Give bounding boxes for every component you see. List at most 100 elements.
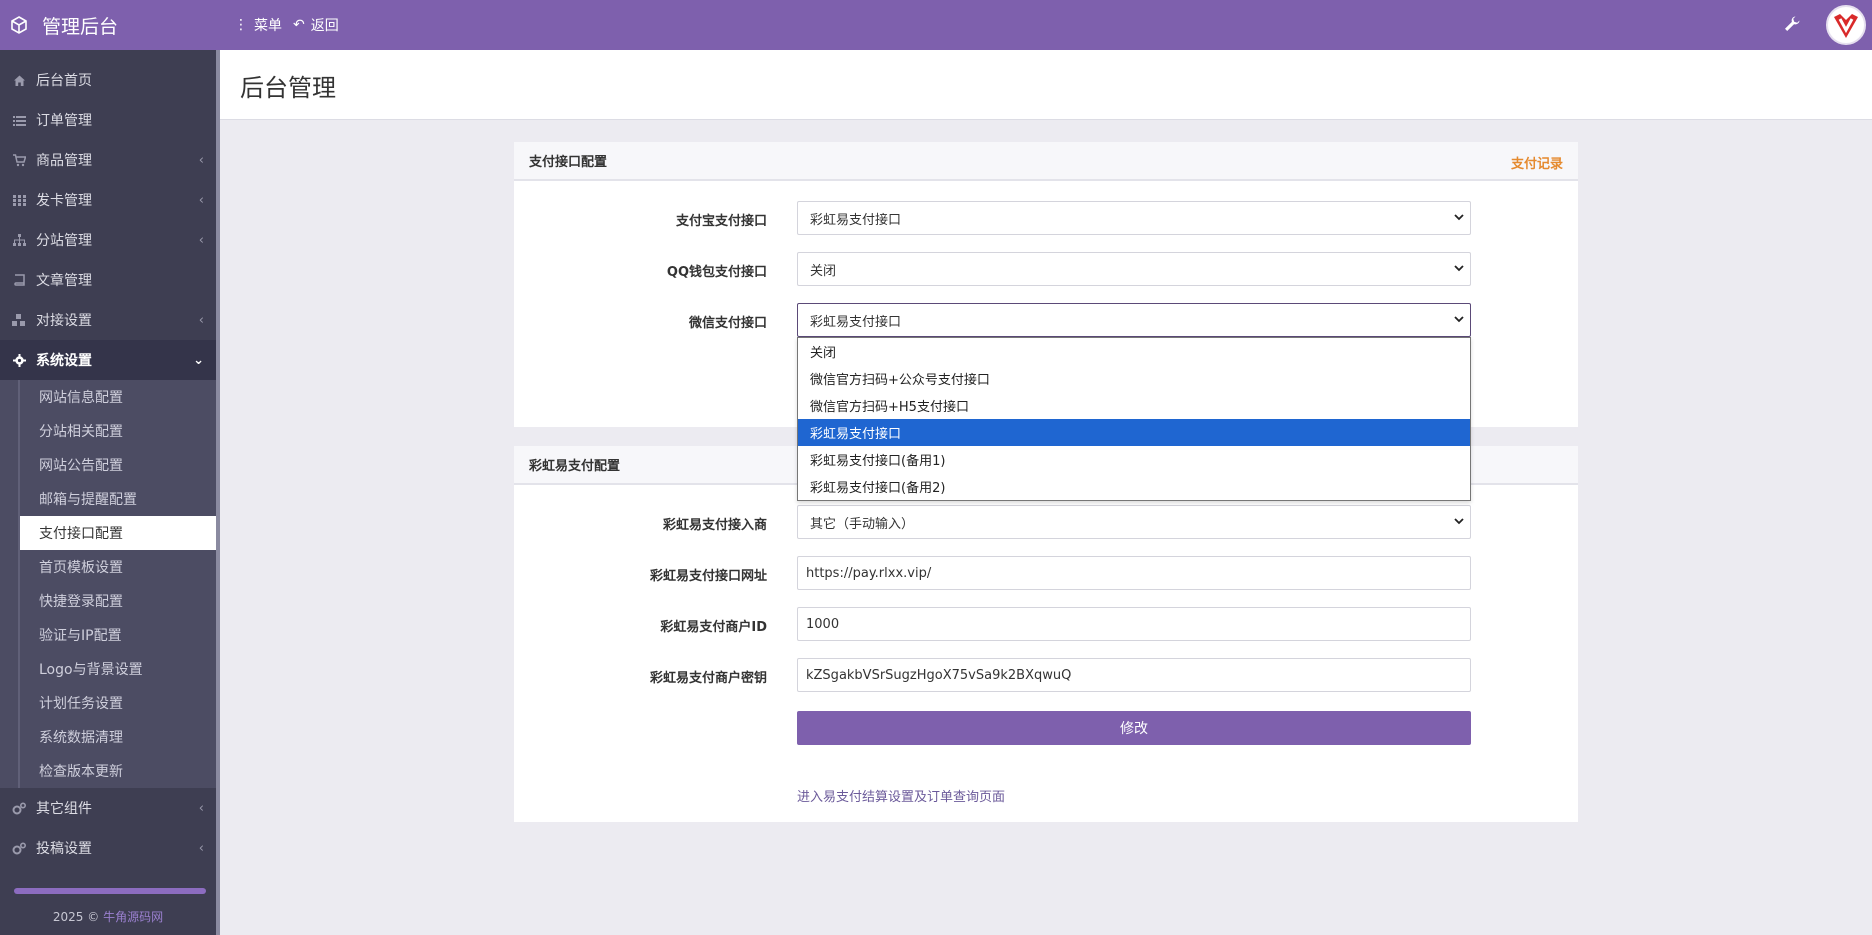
sidebar-item-label: 文章管理 (36, 273, 92, 289)
submenu-item-verify-ip[interactable]: 验证与IP配置 (20, 618, 216, 652)
dropdown-option[interactable]: 微信官方扫码+公众号支付接口 (798, 365, 1470, 392)
avatar[interactable] (1826, 5, 1866, 45)
chevron-down-icon (1453, 211, 1465, 223)
brand-title: 管理后台 (42, 15, 119, 38)
submenu-item-template[interactable]: 首页模板设置 (20, 550, 216, 584)
submenu-item-announcement[interactable]: 网站公告配置 (20, 448, 216, 482)
wechat-label: 微信支付接口 (688, 316, 767, 331)
payment-records-link[interactable]: 支付记录 (1511, 153, 1563, 172)
chevron-left-icon: ‹ (198, 840, 204, 856)
epay-config-panel: 彩虹易支付配置 彩虹易支付接入商 其它（手动输入） 彩虹易支付接口网址 http… (514, 446, 1578, 822)
submenu-item-update[interactable]: 检查版本更新 (20, 754, 216, 788)
sidebar-item-label: 对接设置 (36, 313, 92, 329)
submenu-item-logo-bg[interactable]: Logo与背景设置 (20, 652, 216, 686)
submenu-item-substation[interactable]: 分站相关配置 (20, 414, 216, 448)
submenu-item-label: 系统数据清理 (39, 730, 123, 746)
wechat-row: 微信支付接口 彩虹易支付接口 (514, 303, 1578, 339)
submenu-item-quick-login[interactable]: 快捷登录配置 (20, 584, 216, 618)
panel-title: 支付接口配置 (529, 155, 608, 170)
sidebar-item-label: 发卡管理 (36, 193, 92, 209)
menu-label: 菜单 (254, 18, 282, 34)
sidebar-item-other-components[interactable]: 其它组件 ‹ (0, 788, 216, 828)
sidebar-item-system-settings[interactable]: 系统设置 ⌄ (0, 340, 216, 380)
sidebar-footer: 2025 © 牛角源码网 (0, 908, 216, 925)
panel-heading: 支付接口配置 支付记录 (514, 142, 1578, 181)
submenu-item-label: 网站信息配置 (39, 390, 123, 406)
alipay-label: 支付宝支付接口 (675, 214, 767, 229)
submit-button[interactable]: 修改 (797, 711, 1471, 745)
epay-merchant-key-input[interactable]: kZSgakbVSrSugzHgoX75vSa9k2BXqwuQ (797, 658, 1471, 692)
reply-icon: ↶ (293, 17, 305, 33)
sidebar-item-cards[interactable]: 发卡管理 ‹ (0, 180, 216, 220)
sidebar: 后台首页 订单管理 商品管理 ‹ 发卡管理 ‹ 分站管理 ‹ 文章管理 对接设置… (0, 50, 220, 935)
dropdown-option-selected[interactable]: 彩虹易支付接口 (798, 419, 1470, 446)
chevron-down-icon: ⌄ (193, 352, 204, 368)
sidebar-item-label: 其它组件 (36, 801, 92, 817)
sidebar-item-submission[interactable]: 投稿设置 ‹ (0, 828, 216, 868)
epay-provider-label: 彩虹易支付接入商 (662, 518, 767, 533)
submenu-item-data-clean[interactable]: 系统数据清理 (20, 720, 216, 754)
submenu-item-label: 邮箱与提醒配置 (39, 492, 137, 508)
dropdown-option[interactable]: 微信官方扫码+H5支付接口 (798, 392, 1470, 419)
list-icon (12, 113, 26, 127)
chevron-down-icon (1453, 262, 1465, 274)
sidebar-item-home[interactable]: 后台首页 (0, 60, 216, 100)
submenu-item-label: 网站公告配置 (39, 458, 123, 474)
wechat-select[interactable]: 彩虹易支付接口 (797, 303, 1471, 337)
submenu-item-label: 检查版本更新 (39, 764, 123, 780)
epay-url-label: 彩虹易支付接口网址 (649, 569, 767, 584)
submenu-item-email[interactable]: 邮箱与提醒配置 (20, 482, 216, 516)
qq-wallet-row: QQ钱包支付接口 关闭 (514, 252, 1578, 288)
input-value: 1000 (806, 616, 840, 632)
dropdown-option[interactable]: 彩虹易支付接口(备用1) (798, 446, 1470, 473)
sidebar-item-orders[interactable]: 订单管理 (0, 100, 216, 140)
cubes-icon (12, 313, 26, 327)
sidebar-item-label: 商品管理 (36, 153, 92, 169)
cart-icon (12, 153, 26, 167)
brand[interactable]: 管理后台 (0, 0, 220, 50)
epay-merchant-key-label: 彩虹易支付商户密钥 (649, 671, 767, 686)
page-title: 后台管理 (240, 74, 336, 102)
chevron-down-icon (1453, 515, 1465, 527)
epay-merchant-key-row: 彩虹易支付商户密钥 kZSgakbVSrSugzHgoX75vSa9k2BXqw… (514, 658, 1578, 694)
select-value: 关闭 (810, 263, 837, 279)
chevron-left-icon: ‹ (198, 192, 204, 208)
alipay-select[interactable]: 彩虹易支付接口 (797, 201, 1471, 235)
footer-progress-bar (14, 888, 206, 894)
dropdown-option[interactable]: 彩虹易支付接口(备用2) (798, 473, 1470, 500)
submenu-item-cron[interactable]: 计划任务设置 (20, 686, 216, 720)
footer-year: 2025 © (52, 910, 100, 924)
select-value: 彩虹易支付接口 (810, 212, 902, 228)
menu-toggle-button[interactable]: ⋮ 菜单 (234, 15, 282, 35)
submenu-item-site-info[interactable]: 网站信息配置 (20, 380, 216, 414)
panel-title: 彩虹易支付配置 (529, 459, 621, 474)
footer-link[interactable]: 牛角源码网 (103, 910, 163, 924)
epay-url-input[interactable]: https://pay.rlxx.vip/ (797, 556, 1471, 590)
cogs-icon (12, 841, 26, 855)
dropdown-option[interactable]: 关闭 (798, 338, 1470, 365)
ellipsis-vertical-icon: ⋮ (234, 17, 248, 33)
submenu-item-label: 验证与IP配置 (39, 628, 122, 644)
wrench-icon[interactable] (1783, 15, 1803, 35)
sidebar-item-label: 订单管理 (36, 113, 92, 129)
submenu-item-payment[interactable]: 支付接口配置 (20, 516, 216, 550)
wechat-select-dropdown[interactable]: 关闭 微信官方扫码+公众号支付接口 微信官方扫码+H5支付接口 彩虹易支付接口 … (797, 337, 1471, 501)
epay-settlement-link[interactable]: 进入易支付结算设置及订单查询页面 (797, 786, 1005, 805)
sidebar-item-articles[interactable]: 文章管理 (0, 260, 216, 300)
submenu-item-label: Logo与背景设置 (39, 662, 143, 678)
sidebar-item-integration[interactable]: 对接设置 ‹ (0, 300, 216, 340)
sidebar-item-products[interactable]: 商品管理 ‹ (0, 140, 216, 180)
sidebar-item-substations[interactable]: 分站管理 ‹ (0, 220, 216, 260)
grid-icon (12, 193, 26, 207)
epay-provider-select[interactable]: 其它（手动输入） (797, 505, 1471, 539)
epay-merchant-id-input[interactable]: 1000 (797, 607, 1471, 641)
qq-wallet-select[interactable]: 关闭 (797, 252, 1471, 286)
submenu-item-label: 快捷登录配置 (39, 594, 123, 610)
back-button[interactable]: ↶ 返回 (293, 15, 339, 35)
qq-wallet-label: QQ钱包支付接口 (666, 265, 767, 280)
sidebar-scrollbar[interactable] (216, 50, 220, 935)
page-header: 后台管理 (220, 50, 1872, 120)
submenu-item-label: 分站相关配置 (39, 424, 123, 440)
cogs-icon (12, 801, 26, 815)
epay-provider-row: 彩虹易支付接入商 其它（手动输入） (514, 505, 1578, 541)
